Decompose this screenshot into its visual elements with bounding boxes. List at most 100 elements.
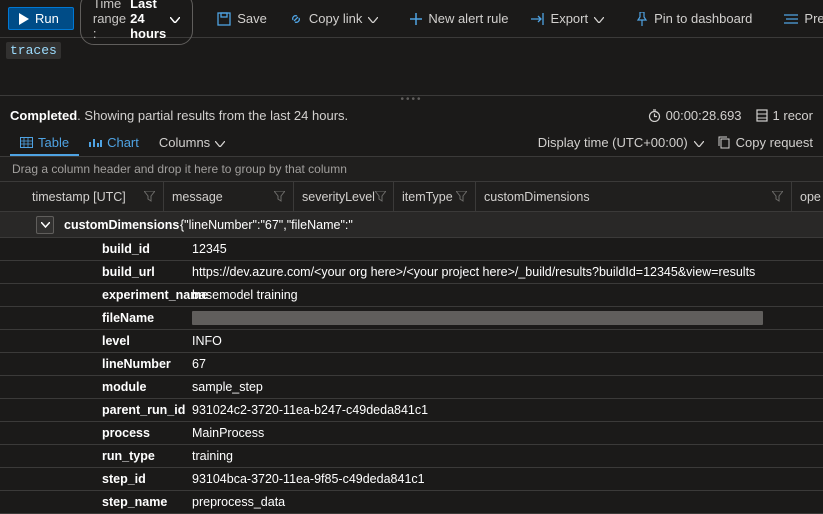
chevron-down-icon bbox=[215, 135, 225, 150]
detail-row: step_namepreprocess_data bbox=[0, 491, 823, 514]
column-itemtype[interactable]: itemType bbox=[394, 182, 476, 211]
status-bar: Completed. Showing partial results from … bbox=[0, 102, 823, 129]
column-message[interactable]: message bbox=[164, 182, 294, 211]
detail-value: preprocess_data bbox=[192, 495, 815, 509]
group-by-hint[interactable]: Drag a column header and drop it here to… bbox=[0, 157, 823, 182]
chevron-down-icon bbox=[694, 135, 704, 150]
detail-key: experiment_name bbox=[102, 288, 192, 302]
play-icon bbox=[19, 13, 29, 25]
tab-chart[interactable]: Chart bbox=[79, 129, 149, 156]
query-text: traces bbox=[6, 42, 61, 59]
toolbar: Run Time range : Last 24 hours Save Copy… bbox=[0, 0, 823, 38]
new-alert-button[interactable]: New alert rule bbox=[402, 7, 516, 30]
collapse-button[interactable] bbox=[36, 216, 54, 234]
copy-icon bbox=[718, 136, 730, 149]
columns-picker[interactable]: Columns bbox=[149, 129, 235, 156]
chart-icon bbox=[89, 137, 102, 148]
column-timestamp[interactable]: timestamp [UTC] bbox=[24, 182, 164, 211]
detail-row: build_id12345 bbox=[0, 238, 823, 261]
record-count: 1 recor bbox=[756, 108, 813, 123]
filter-icon[interactable] bbox=[772, 191, 783, 202]
column-label: timestamp [UTC] bbox=[32, 190, 126, 204]
expanded-key: customDimensions bbox=[64, 218, 180, 232]
plus-icon bbox=[410, 13, 422, 25]
stopwatch-icon bbox=[648, 109, 661, 122]
duration-value: 00:00:28.693 bbox=[666, 108, 742, 123]
query-duration: 00:00:28.693 bbox=[648, 108, 742, 123]
detail-key: level bbox=[102, 334, 192, 348]
details-list: build_id12345build_urlhttps://dev.azure.… bbox=[0, 238, 823, 514]
detail-value: INFO bbox=[192, 334, 815, 348]
export-button[interactable]: Export bbox=[523, 7, 613, 30]
filter-icon[interactable] bbox=[274, 191, 285, 202]
detail-value: 12345 bbox=[192, 242, 815, 256]
link-icon bbox=[289, 12, 303, 26]
chevron-down-icon bbox=[368, 11, 378, 26]
column-label: message bbox=[172, 190, 223, 204]
detail-key: module bbox=[102, 380, 192, 394]
display-time-label: Display time (UTC+00:00) bbox=[538, 135, 688, 150]
detail-value: MainProcess bbox=[192, 426, 815, 440]
detail-row: fileName bbox=[0, 307, 823, 330]
prettify-icon bbox=[784, 13, 798, 25]
save-label: Save bbox=[237, 11, 267, 26]
chevron-down-icon bbox=[170, 11, 180, 26]
detail-value: basemodel training bbox=[192, 288, 815, 302]
column-label: severityLevel bbox=[302, 190, 375, 204]
filter-icon[interactable] bbox=[375, 191, 386, 202]
records-value: 1 recor bbox=[773, 108, 813, 123]
detail-row: modulesample_step bbox=[0, 376, 823, 399]
query-editor[interactable]: traces bbox=[0, 38, 823, 96]
status-message: Completed. Showing partial results from … bbox=[10, 108, 348, 123]
detail-row: parent_run_id931024c2-3720-11ea-b247-c49… bbox=[0, 399, 823, 422]
detail-key: build_id bbox=[102, 242, 192, 256]
detail-value: 67 bbox=[192, 357, 815, 371]
table-header-row: timestamp [UTC] message severityLevel it… bbox=[0, 182, 823, 212]
detail-key: parent_run_id bbox=[102, 403, 192, 417]
time-range-picker[interactable]: Time range : Last 24 hours bbox=[80, 0, 193, 45]
column-label: customDimensions bbox=[484, 190, 590, 204]
detail-row: step_id93104bca-3720-11ea-9f85-c49deda84… bbox=[0, 468, 823, 491]
filter-icon[interactable] bbox=[456, 191, 467, 202]
columns-label: Columns bbox=[159, 135, 210, 150]
tab-table[interactable]: Table bbox=[10, 129, 79, 156]
detail-key: step_name bbox=[102, 495, 192, 509]
detail-value: 93104bca-3720-11ea-9f85-c49deda841c1 bbox=[192, 472, 815, 486]
pin-button[interactable]: Pin to dashboard bbox=[628, 7, 760, 30]
run-button[interactable]: Run bbox=[8, 7, 74, 30]
records-icon bbox=[756, 109, 768, 122]
detail-row: experiment_namebasemodel training bbox=[0, 284, 823, 307]
drag-dots-icon: •••• bbox=[400, 94, 422, 105]
tab-table-label: Table bbox=[38, 135, 69, 150]
display-time-picker[interactable]: Display time (UTC+00:00) bbox=[538, 131, 704, 154]
pin-label: Pin to dashboard bbox=[654, 11, 752, 26]
detail-key: step_id bbox=[102, 472, 192, 486]
detail-row: run_typetraining bbox=[0, 445, 823, 468]
time-range-label: Time range : bbox=[93, 0, 126, 41]
prettify-button[interactable]: Prettify query bbox=[776, 7, 823, 30]
results-tabs: Table Chart Columns Display time (UTC+00… bbox=[0, 129, 823, 157]
column-label: ope bbox=[800, 190, 821, 204]
column-severity[interactable]: severityLevel bbox=[294, 182, 394, 211]
detail-row: build_urlhttps://dev.azure.com/<your org… bbox=[0, 261, 823, 284]
chevron-down-icon bbox=[41, 222, 50, 228]
copy-request-button[interactable]: Copy request bbox=[718, 131, 813, 154]
pin-icon bbox=[636, 12, 648, 26]
copy-link-button[interactable]: Copy link bbox=[281, 7, 386, 30]
run-label: Run bbox=[35, 11, 59, 26]
detail-value: sample_step bbox=[192, 380, 815, 394]
detail-key: lineNumber bbox=[102, 357, 192, 371]
chevron-down-icon bbox=[594, 11, 604, 26]
status-completed: Completed bbox=[10, 108, 77, 123]
new-alert-label: New alert rule bbox=[428, 11, 508, 26]
detail-row: levelINFO bbox=[0, 330, 823, 353]
column-customdimensions[interactable]: customDimensions bbox=[476, 182, 792, 211]
detail-key: process bbox=[102, 426, 192, 440]
detail-row: lineNumber67 bbox=[0, 353, 823, 376]
save-button[interactable]: Save bbox=[209, 7, 275, 30]
redacted-value bbox=[192, 311, 763, 325]
column-operation[interactable]: ope bbox=[792, 182, 823, 211]
copy-link-label: Copy link bbox=[309, 11, 362, 26]
filter-icon[interactable] bbox=[144, 191, 155, 202]
export-label: Export bbox=[551, 11, 589, 26]
